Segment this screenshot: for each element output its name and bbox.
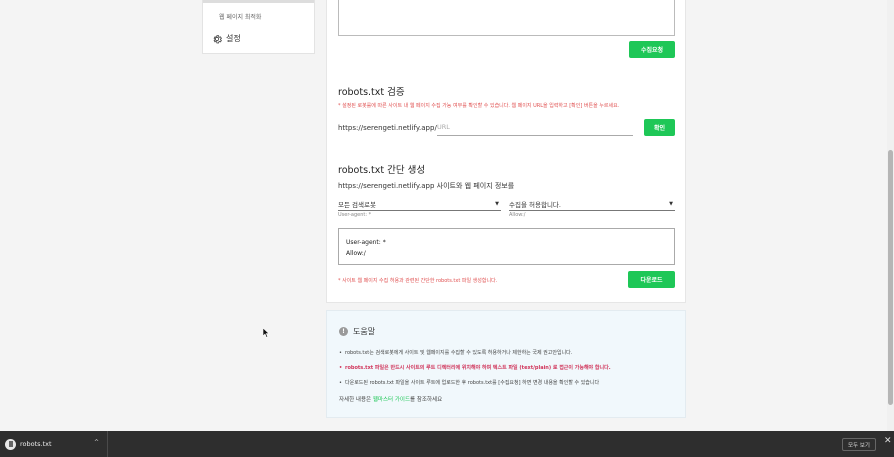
sidebar: 웹 페이지 최적화 설정 — [202, 0, 315, 54]
robots-generate-title: robots.txt 간단 생성 — [338, 165, 426, 176]
scrollbar-thumb[interactable] — [888, 150, 893, 405]
help-footer-suffix: 를 참조하세요 — [410, 397, 443, 403]
confirm-button[interactable]: 확인 — [644, 119, 675, 136]
show-all-button[interactable]: 모두 보기 — [842, 438, 876, 451]
user-agent-select-value: 모든 검색로봇 — [338, 201, 376, 209]
collect-request-button[interactable]: 수집요청 — [629, 41, 675, 58]
collect-url-textarea[interactable] — [338, 0, 675, 36]
download-file-name: robots.txt — [20, 440, 52, 448]
sidebar-item-settings[interactable]: 설정 — [212, 33, 241, 44]
download-item[interactable]: robots.txt ^ — [0, 431, 108, 457]
file-icon — [5, 438, 16, 450]
help-header: ! 도움말 — [339, 326, 375, 337]
download-button[interactable]: 다운로드 — [628, 271, 675, 288]
help-title: 도움말 — [353, 327, 376, 336]
allow-help: Allow:/ — [509, 212, 526, 218]
preview-line: User-agent: * — [346, 239, 386, 246]
robots-generate-note: * 사이트 웹 페이지 수집 허용과 관련된 간단한 robots.txt 파일… — [338, 278, 498, 284]
sidebar-item-settings-label: 설정 — [226, 34, 241, 43]
chevron-down-icon: ▼ — [495, 201, 499, 207]
close-icon[interactable]: ✕ — [884, 436, 892, 446]
gear-icon — [212, 34, 222, 44]
user-agent-select[interactable]: 모든 검색로봇 ▼ — [338, 199, 501, 211]
allow-select-value: 수집을 허용합니다. — [509, 201, 561, 209]
sidebar-item-web-page-optimization[interactable]: 웹 페이지 최적화 — [219, 12, 261, 21]
url-prefix: https://serengeti.netlify.app/ — [338, 124, 437, 132]
info-icon: ! — [339, 327, 348, 336]
sidebar-divider — [203, 0, 314, 3]
help-item: robots.txt는 검색로봇에게 사이트 및 웹페이지를 수집할 수 있도록… — [339, 346, 611, 361]
webmaster-guide-link[interactable]: 웹마스터 가이드 — [373, 397, 410, 403]
mouse-pointer-icon — [262, 323, 270, 342]
chevron-down-icon: ▼ — [669, 201, 673, 207]
robots-verify-title: robots.txt 검증 — [338, 87, 405, 98]
help-item-emphasis: robots.txt 파일은 반드시 사이트의 루트 디렉터리에 위치해야 하며… — [339, 361, 611, 376]
help-list: robots.txt는 검색로봇에게 사이트 및 웹페이지를 수집할 수 있도록… — [339, 346, 611, 391]
robots-verify-note: * 설정된 로봇룰에 따른 사이트 내 웹 페이지 수집 가능 여부를 확인할 … — [338, 103, 620, 109]
preview-line: Allow:/ — [346, 250, 366, 257]
help-footer: 자세한 내용은 웹마스터 가이드를 참조하세요 — [339, 395, 442, 403]
allow-select[interactable]: 수집을 허용합니다. ▼ — [509, 199, 675, 211]
user-agent-help: User-agent: * — [338, 212, 372, 218]
url-input[interactable] — [437, 118, 633, 136]
robots-generate-subtitle: https://serengeti.netlify.app 사이트와 웹 페이지… — [338, 182, 515, 190]
chevron-up-icon[interactable]: ^ — [94, 439, 99, 446]
help-box: ! 도움말 robots.txt는 검색로봇에게 사이트 및 웹페이지를 수집할… — [326, 310, 686, 418]
download-bar: robots.txt ^ 모두 보기 ✕ — [0, 431, 894, 457]
main-card: 수집요청 robots.txt 검증 * 설정된 로봇룰에 따른 사이트 내 웹… — [326, 0, 686, 303]
robots-preview-box: User-agent: * Allow:/ — [338, 228, 675, 265]
help-footer-prefix: 자세한 내용은 — [339, 397, 373, 403]
help-item: 다운로드된 robots.txt 파일을 사이트 루트에 업로드한 후 robo… — [339, 376, 611, 391]
